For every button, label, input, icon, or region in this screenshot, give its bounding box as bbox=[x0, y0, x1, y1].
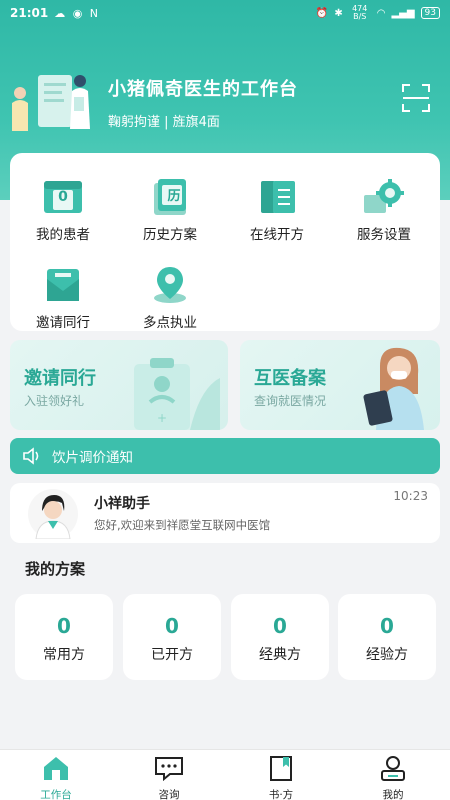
menu-item-label: 历史方案 bbox=[143, 227, 197, 243]
message-preview: 您好,欢迎来到祥愿堂互联网中医馆 bbox=[94, 518, 271, 532]
stat-prescribed[interactable]: 0 已开方 bbox=[123, 594, 221, 680]
menu-item-label: 在线开方 bbox=[250, 227, 304, 243]
assistant-message-card[interactable]: 小祥助手 您好,欢迎来到祥愿堂互联网中医馆 10:23 bbox=[10, 483, 440, 543]
tab-label: 书·方 bbox=[268, 789, 294, 800]
message-time: 10:23 bbox=[393, 489, 428, 503]
stat-value: 0 bbox=[165, 614, 179, 638]
stat-label: 经典方 bbox=[259, 647, 301, 663]
bluetooth-icon: ✱ bbox=[334, 7, 343, 19]
profile-text: 小猪佩奇医生的工作台 鞠躬拘谨 | 旌旗4面 bbox=[108, 75, 298, 130]
doctor-illustration-icon bbox=[8, 67, 98, 137]
user-icon bbox=[381, 756, 405, 781]
menu-item-label: 多点执业 bbox=[143, 315, 197, 331]
svg-text:+: + bbox=[157, 411, 167, 425]
chat-icon bbox=[155, 757, 183, 782]
stat-value: 0 bbox=[273, 614, 287, 638]
status-bar: 21:01 ☁ ◉ N ⏰ ✱ 474 B/S ◠ ▂▄▆ 93 bbox=[0, 0, 450, 26]
message-sender: 小祥助手 bbox=[94, 496, 150, 512]
patients-folder-icon: 0 bbox=[41, 177, 85, 217]
status-time: 21:01 bbox=[10, 6, 49, 20]
invite-peers-banner[interactable]: 邀请同行 入驻领好礼 + bbox=[10, 340, 228, 430]
patients-count: 0 bbox=[58, 189, 68, 205]
price-adjust-notice[interactable]: 饮片调价通知 bbox=[10, 438, 440, 474]
prescription-book-icon bbox=[255, 177, 299, 217]
history-document-icon: 历 bbox=[148, 177, 192, 217]
invite-envelope-icon bbox=[41, 265, 85, 305]
stat-value: 0 bbox=[380, 614, 394, 638]
section-title-my-plans: 我的方案 bbox=[25, 560, 86, 578]
notification-icons: ☁ ◉ N bbox=[54, 6, 101, 20]
tab-consult[interactable]: 咨询 bbox=[134, 755, 204, 800]
stat-value: 0 bbox=[57, 614, 71, 638]
menu-item-multi-site[interactable]: 多点执业 bbox=[120, 265, 220, 331]
gear-icon bbox=[362, 177, 406, 217]
scan-button[interactable] bbox=[400, 82, 432, 114]
stat-common-formula[interactable]: 0 常用方 bbox=[15, 594, 113, 680]
clipboard-illustration-icon: + bbox=[134, 358, 220, 430]
nurse-illustration-icon bbox=[363, 347, 424, 430]
menu-item-label: 邀请同行 bbox=[36, 315, 90, 331]
home-icon bbox=[44, 757, 68, 780]
banner-title: 互医备案 bbox=[254, 368, 326, 389]
bottom-tab-bar: 工作台 咨询 书·方 我的 bbox=[0, 749, 450, 800]
profile-header: 小猪佩奇医生的工作台 鞠躬拘谨 | 旌旗4面 bbox=[8, 62, 442, 142]
banner-subtitle: 查询就医情况 bbox=[254, 394, 327, 408]
tab-label: 咨询 bbox=[158, 789, 180, 800]
battery-indicator: 93 bbox=[420, 7, 440, 19]
internet-hospital-filing-banner[interactable]: 互医备案 查询就医情况 bbox=[240, 340, 440, 430]
tab-label: 我的 bbox=[382, 789, 404, 800]
tab-books[interactable]: 书·方 bbox=[246, 755, 316, 800]
stat-experience-formula[interactable]: 0 经验方 bbox=[338, 594, 436, 680]
stat-classic-formula[interactable]: 0 经典方 bbox=[231, 594, 329, 680]
notice-text: 饮片调价通知 bbox=[52, 450, 133, 466]
stat-label: 常用方 bbox=[43, 647, 85, 663]
tab-mine[interactable]: 我的 bbox=[358, 755, 428, 800]
menu-item-label: 我的患者 bbox=[36, 227, 90, 243]
menu-item-invite-peers[interactable]: 邀请同行 bbox=[13, 265, 113, 331]
menu-item-history[interactable]: 历 历史方案 bbox=[120, 177, 220, 243]
menu-card: 0 我的患者 历 历史方案 在线开方 服务设置 邀请同行 多点执业 bbox=[10, 153, 440, 331]
stat-label: 已开方 bbox=[151, 647, 193, 663]
menu-item-label: 服务设置 bbox=[357, 227, 411, 243]
avatar bbox=[28, 489, 78, 539]
menu-item-my-patients[interactable]: 0 我的患者 bbox=[13, 177, 113, 243]
tab-label: 工作台 bbox=[40, 789, 72, 800]
wifi-icon: ◠ bbox=[376, 7, 386, 19]
location-pin-icon bbox=[148, 265, 192, 305]
book-icon bbox=[270, 756, 292, 781]
alarm-icon: ⏰ bbox=[315, 7, 329, 19]
stat-label: 经验方 bbox=[366, 647, 408, 663]
banner-subtitle: 入驻领好礼 bbox=[24, 394, 85, 408]
signal-icon: ▂▄▆ bbox=[391, 7, 415, 19]
net-rate: 474 B/S bbox=[352, 4, 368, 21]
scan-icon bbox=[402, 84, 430, 112]
menu-item-online-prescribe[interactable]: 在线开方 bbox=[227, 177, 327, 243]
page-title: 小猪佩奇医生的工作台 bbox=[108, 78, 298, 100]
speaker-icon bbox=[23, 447, 39, 465]
menu-item-service-settings[interactable]: 服务设置 bbox=[334, 177, 434, 243]
profile-subtitle: 鞠躬拘谨 | 旌旗4面 bbox=[108, 114, 220, 130]
tab-workbench[interactable]: 工作台 bbox=[21, 755, 91, 800]
status-right: ⏰ ✱ 474 B/S ◠ ▂▄▆ 93 bbox=[316, 5, 440, 21]
banner-title: 邀请同行 bbox=[24, 368, 96, 389]
history-glyph: 历 bbox=[167, 189, 181, 204]
